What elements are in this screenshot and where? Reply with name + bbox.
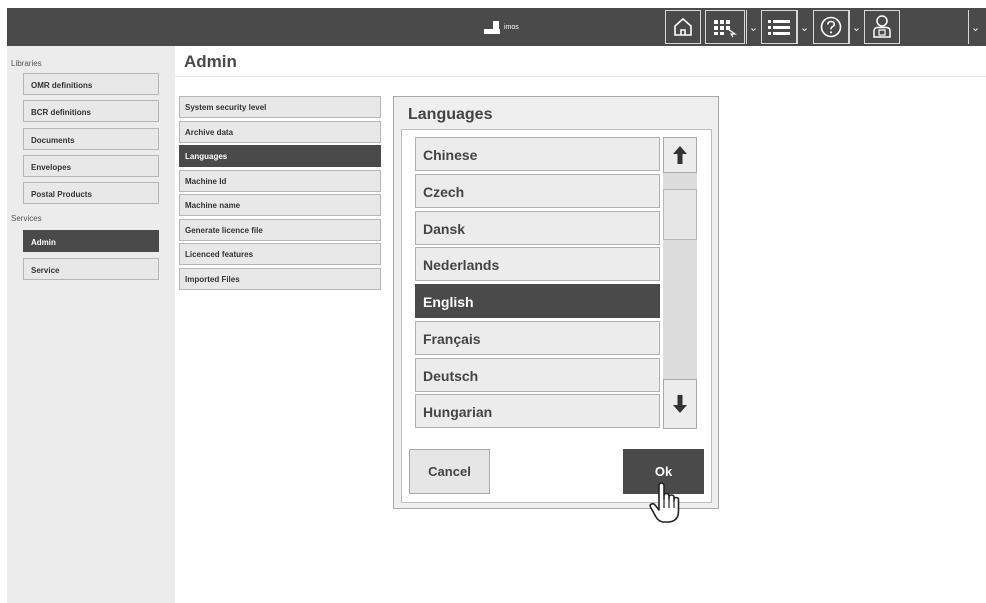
scroll-down-button[interactable] bbox=[663, 379, 697, 429]
help-menu-chevron-down-icon[interactable]: ⌄ bbox=[849, 10, 863, 44]
list-menu-chevron-down-icon[interactable]: ⌄ bbox=[797, 10, 811, 44]
arrow-up-icon bbox=[673, 146, 687, 164]
language-option-czech[interactable]: Czech bbox=[415, 174, 660, 208]
admin-menu-archive-data[interactable]: Archive data bbox=[179, 121, 381, 143]
language-option-chinese[interactable]: Chinese bbox=[415, 137, 660, 171]
scrollbar-thumb[interactable] bbox=[663, 189, 697, 240]
cancel-button[interactable]: Cancel bbox=[409, 449, 490, 494]
sidebar-item-admin[interactable]: Admin bbox=[23, 230, 159, 252]
list-button[interactable] bbox=[761, 10, 797, 44]
help-icon bbox=[820, 16, 842, 38]
dashboard-button[interactable] bbox=[705, 10, 745, 44]
language-option-deutsch[interactable]: Deutsch bbox=[415, 358, 660, 392]
language-option-hungarian[interactable]: Hungarian bbox=[415, 394, 660, 428]
sidebar-item-postal-products[interactable]: Postal Products bbox=[23, 182, 159, 204]
brand-mark-icon bbox=[484, 21, 500, 34]
sidebar-item-service[interactable]: Service bbox=[23, 258, 159, 280]
admin-menu-imported-files[interactable]: Imported Files bbox=[179, 268, 381, 290]
hand-pointer-cursor-icon bbox=[649, 482, 680, 523]
admin-menu-generate-licence-file[interactable]: Generate licence file bbox=[179, 219, 381, 241]
brand-name: imos bbox=[504, 24, 519, 31]
sidebar-item-omr-definitions[interactable]: OMR definitions bbox=[23, 73, 159, 95]
user-button[interactable] bbox=[864, 10, 900, 44]
home-icon bbox=[674, 17, 692, 36]
sidebar-item-envelopes[interactable]: Envelopes bbox=[23, 155, 159, 177]
libraries-section-label: Libraries bbox=[11, 59, 42, 68]
sidebar-item-bcr-definitions[interactable]: BCR definitions bbox=[23, 100, 159, 122]
dialog-title: Languages bbox=[408, 106, 493, 123]
admin-menu-machine-name[interactable]: Machine name bbox=[179, 194, 381, 216]
language-option-nederlands[interactable]: Nederlands bbox=[415, 247, 660, 281]
admin-menu-system-security-level[interactable]: System security level bbox=[179, 96, 381, 118]
language-option-francais[interactable]: Français bbox=[415, 321, 660, 355]
admin-menu-licenced-features[interactable]: Licenced features bbox=[179, 243, 381, 265]
admin-menu-languages[interactable]: Languages bbox=[179, 145, 381, 167]
dashboard-icon bbox=[714, 20, 737, 38]
app-logo: imos bbox=[484, 21, 519, 34]
user-icon bbox=[873, 15, 891, 38]
title-divider bbox=[175, 76, 986, 77]
help-button[interactable] bbox=[813, 10, 849, 44]
top-bar: imos ⌄ ⌄ ⌄ ⌄ bbox=[7, 8, 986, 46]
services-section-label: Services bbox=[11, 214, 42, 223]
dashboard-menu-chevron-down-icon[interactable]: ⌄ bbox=[746, 10, 760, 44]
sidebar-item-documents[interactable]: Documents bbox=[23, 128, 159, 150]
user-menu-chevron-down-icon[interactable]: ⌄ bbox=[968, 10, 982, 44]
language-option-dansk[interactable]: Dansk bbox=[415, 211, 660, 245]
admin-menu-machine-id[interactable]: Machine Id bbox=[179, 170, 381, 192]
list-icon bbox=[768, 20, 790, 35]
page-title: Admin bbox=[184, 52, 237, 71]
scroll-up-button[interactable] bbox=[663, 137, 697, 173]
arrow-down-icon bbox=[673, 395, 687, 413]
home-button[interactable] bbox=[665, 10, 701, 44]
language-option-english[interactable]: English bbox=[415, 284, 660, 318]
